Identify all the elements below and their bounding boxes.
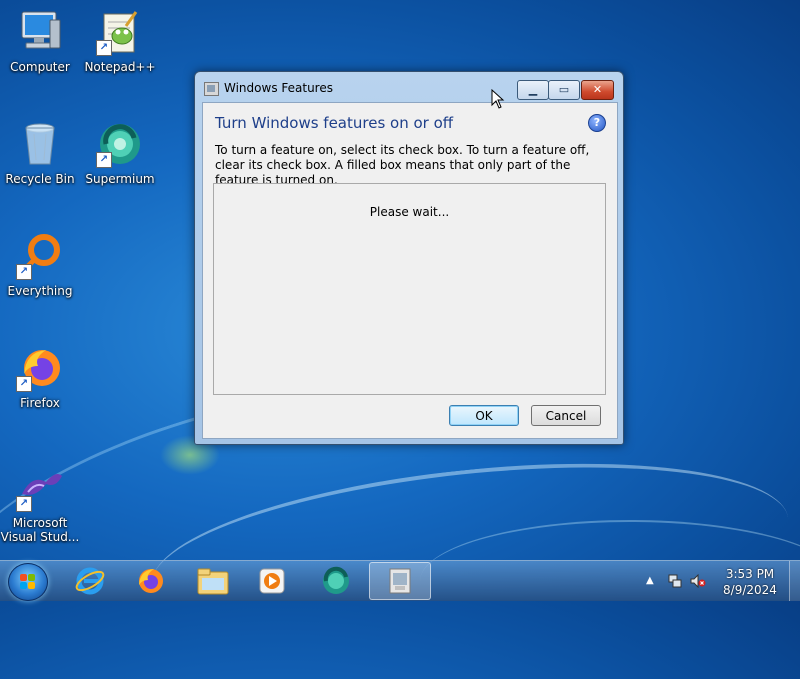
minimize-button[interactable]: ▁	[517, 80, 549, 100]
firefox-icon: ↗	[16, 344, 64, 392]
windows-features-icon	[389, 568, 411, 594]
windows-features-icon	[204, 82, 219, 96]
taskbar-explorer[interactable]	[183, 561, 243, 601]
loading-text: Please wait...	[369, 205, 450, 219]
shortcut-arrow-icon: ↗	[16, 376, 32, 392]
desktop-icon-computer[interactable]: Computer	[0, 8, 80, 74]
taskbar: ▲ 3:53 PM 8/9/2024	[0, 560, 800, 601]
page-title: Turn Windows features on or off	[215, 114, 454, 132]
desktop-icon-label: Notepad++	[84, 60, 156, 74]
desktop-icon-firefox[interactable]: ↗ Firefox	[0, 344, 80, 410]
taskbar-internet-explorer[interactable]	[60, 561, 120, 601]
everything-icon: ↗	[16, 232, 64, 280]
supermium-icon	[323, 566, 349, 594]
shortcut-arrow-icon: ↗	[16, 264, 32, 280]
desktop-icon-visual-studio[interactable]: ↗ Microsoft Visual Stud...	[0, 464, 80, 544]
desktop-icon-label: Computer	[10, 60, 70, 74]
mouse-cursor-icon	[491, 89, 505, 109]
shortcut-arrow-icon: ↗	[96, 40, 112, 56]
close-button[interactable]: ✕	[581, 80, 614, 100]
start-button[interactable]	[8, 563, 48, 601]
visual-studio-icon: ↗	[16, 464, 64, 512]
close-icon: ✕	[592, 83, 603, 96]
desktop-icon-supermium[interactable]: ↗ Supermium	[80, 120, 160, 186]
taskbar-firefox[interactable]	[120, 561, 180, 601]
internet-explorer-icon	[75, 567, 105, 595]
clock-date: 8/9/2024	[723, 583, 777, 597]
wallpaper-streak	[143, 437, 797, 667]
recycle-bin-icon	[16, 120, 64, 168]
shortcut-arrow-icon: ↗	[96, 152, 112, 168]
minimize-icon: ▁	[528, 83, 538, 96]
explorer-icon	[197, 568, 229, 595]
notepadpp-icon: ↗	[96, 8, 144, 56]
desktop-icon-notepadpp[interactable]: ↗ Notepad++	[80, 8, 160, 74]
clock-time: 3:53 PM	[725, 567, 775, 581]
maximize-icon: ▭	[558, 83, 570, 96]
taskbar-clock[interactable]: 3:53 PM 8/9/2024	[716, 566, 784, 598]
show-desktop-button[interactable]	[789, 561, 800, 601]
computer-icon	[16, 8, 64, 56]
firefox-icon	[139, 569, 163, 593]
desktop-icon-everything[interactable]: ↗ Everything	[0, 232, 80, 298]
media-player-icon	[259, 568, 285, 594]
taskbar-supermium[interactable]	[306, 561, 366, 601]
desktop-icon-label: Everything	[7, 284, 73, 298]
maximize-button[interactable]: ▭	[548, 80, 580, 100]
desktop-icon-label: Microsoft Visual Stud...	[0, 516, 80, 544]
cancel-button[interactable]: Cancel	[531, 405, 601, 426]
show-hidden-icons-button[interactable]: ▲	[646, 575, 654, 586]
supermium-icon: ↗	[96, 120, 144, 168]
window-client-area: Turn Windows features on or off ? To tur…	[202, 102, 618, 439]
desktop-icon-label: Recycle Bin	[5, 172, 75, 186]
window-titlebar[interactable]: Windows Features ▁ ▭ ✕	[195, 72, 623, 102]
shortcut-arrow-icon: ↗	[16, 496, 32, 512]
ok-button[interactable]: OK	[449, 405, 519, 426]
network-icon[interactable]	[668, 574, 682, 588]
taskbar-windows-features[interactable]	[369, 562, 431, 600]
volume-muted-icon[interactable]	[690, 574, 706, 588]
desktop-icon-label: Supermium	[85, 172, 155, 186]
taskbar-media-player[interactable]	[242, 561, 302, 601]
desktop-icon-recycle-bin[interactable]: Recycle Bin	[0, 120, 80, 186]
features-tree-list[interactable]: Please wait...	[213, 183, 606, 395]
window-title: Windows Features	[224, 81, 333, 95]
desktop-icon-label: Firefox	[20, 396, 60, 410]
windows-features-window: Windows Features ▁ ▭ ✕ Turn Windows feat…	[194, 71, 624, 445]
windows-logo-icon	[20, 574, 36, 590]
instructions-text: To turn a feature on, select its check b…	[215, 143, 590, 187]
help-icon[interactable]: ?	[588, 114, 606, 132]
